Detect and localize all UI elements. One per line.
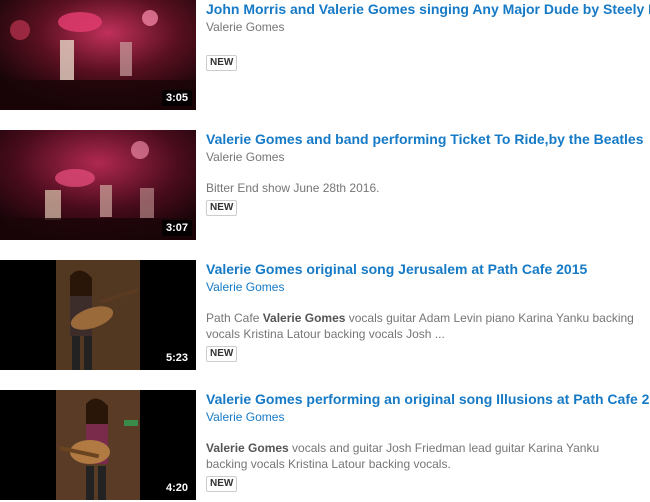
video-info: Valerie Gomes original song Jerusalem at… (206, 260, 650, 362)
video-thumbnail[interactable]: 5:23 (0, 260, 196, 370)
description-highlight: Valerie Gomes (206, 441, 289, 455)
video-result[interactable]: 4:20 Valerie Gomes performing an origina… (0, 390, 650, 502)
video-result[interactable]: 5:23 Valerie Gomes original song Jerusal… (0, 260, 650, 372)
new-badge: NEW (206, 346, 238, 362)
video-title-link[interactable]: Valerie Gomes original song Jerusalem at… (206, 260, 650, 278)
video-info: Valerie Gomes and band performing Ticket… (206, 130, 650, 216)
new-badge: NEW (206, 55, 238, 71)
channel-name: Valerie Gomes (206, 150, 285, 164)
video-duration: 4:20 (161, 480, 192, 496)
video-result[interactable]: 3:07 Valerie Gomes and band performing T… (0, 130, 650, 242)
description-text: Path Cafe (206, 311, 263, 325)
video-thumbnail[interactable]: 4:20 (0, 390, 196, 500)
video-title-link[interactable]: Valerie Gomes and band performing Ticket… (206, 130, 650, 148)
video-duration: 3:07 (161, 220, 192, 236)
video-description: Path Cafe Valerie Gomes vocals guitar Ad… (206, 310, 636, 342)
new-badge: NEW (206, 476, 238, 492)
new-badge: NEW (206, 200, 238, 216)
video-duration: 3:05 (161, 90, 192, 106)
video-thumbnail[interactable]: 3:05 (0, 0, 196, 110)
video-duration: 5:23 (161, 350, 192, 366)
video-description: Bitter End show June 28th 2016. (206, 181, 380, 195)
channel-name: Valerie Gomes (206, 20, 285, 34)
description-highlight: Valerie Gomes (262, 311, 346, 325)
channel-link[interactable]: Valerie Gomes (206, 410, 650, 425)
video-description: Valerie Gomes vocals and guitar Josh Fri… (206, 440, 636, 472)
video-info: John Morris and Valerie Gomes singing An… (206, 0, 650, 71)
video-result[interactable]: 3:05 John Morris and Valerie Gomes singi… (0, 0, 650, 112)
video-title-link[interactable]: Valerie Gomes performing an original son… (206, 390, 650, 408)
video-title-link[interactable]: John Morris and Valerie Gomes singing An… (206, 0, 650, 18)
video-thumbnail[interactable]: 3:07 (0, 130, 196, 240)
channel-link[interactable]: Valerie Gomes (206, 280, 650, 295)
video-info: Valerie Gomes performing an original son… (206, 390, 650, 492)
